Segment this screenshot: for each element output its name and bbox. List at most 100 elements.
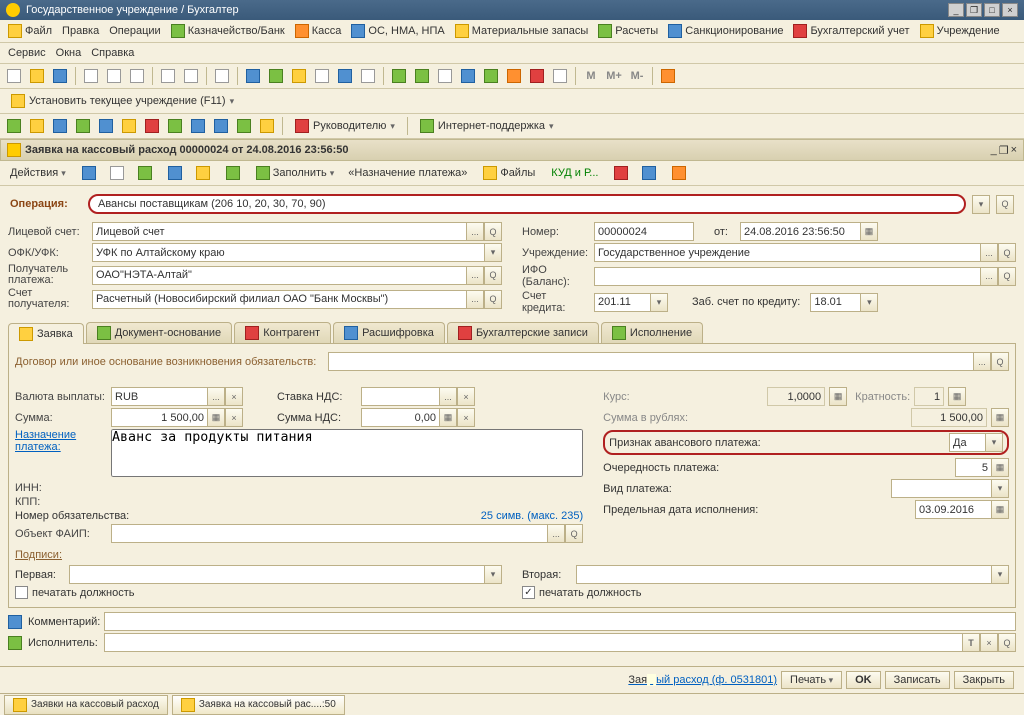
sum-field[interactable] [111, 408, 207, 427]
menu-calc[interactable]: Расчеты [594, 22, 662, 40]
tb-m-minus[interactable]: M- [627, 66, 647, 86]
menu-assets[interactable]: ОС, НМА, НПА [347, 22, 448, 40]
tb-i9[interactable] [435, 66, 455, 86]
te1[interactable] [4, 116, 24, 136]
te3[interactable] [50, 116, 70, 136]
contract-field[interactable] [328, 352, 973, 371]
doc-b2[interactable] [104, 163, 130, 183]
tb-find[interactable] [212, 66, 232, 86]
minimize-button[interactable]: _ [948, 3, 964, 17]
institution-search-button[interactable]: Q [998, 243, 1016, 262]
tb-new[interactable] [4, 66, 24, 86]
te12[interactable] [257, 116, 277, 136]
doc-close-button[interactable]: × [1011, 144, 1017, 157]
first-sig-field[interactable] [69, 565, 484, 584]
ok-button[interactable]: OK [846, 671, 881, 689]
restore-button[interactable]: ❐ [966, 3, 982, 17]
tab-accounting[interactable]: Бухгалтерские записи [447, 322, 599, 343]
te8[interactable] [165, 116, 185, 136]
faip-select-button[interactable]: ... [547, 524, 565, 543]
tb-undo[interactable] [158, 66, 178, 86]
currency-field[interactable] [111, 387, 207, 406]
maximize-button[interactable]: □ [984, 3, 1000, 17]
institution-field[interactable] [594, 243, 980, 262]
te2[interactable] [27, 116, 47, 136]
tab-execution[interactable]: Исполнение [601, 322, 703, 343]
executor-clear-button[interactable]: × [980, 633, 998, 652]
tb-i14[interactable] [550, 66, 570, 86]
sum-clear-button[interactable]: × [225, 408, 243, 427]
tb-i11[interactable] [481, 66, 501, 86]
tb-help[interactable] [658, 66, 678, 86]
contract-search-button[interactable]: Q [991, 352, 1009, 371]
te6[interactable] [119, 116, 139, 136]
menu-file[interactable]: Файл [4, 22, 56, 40]
recipient-field[interactable] [92, 266, 466, 285]
account-search-button[interactable]: Q [484, 222, 502, 241]
ifo-select-button[interactable]: ... [980, 267, 998, 286]
offbalance-dropdown-button[interactable]: ▾ [860, 293, 878, 312]
vat-rate-select-button[interactable]: ... [439, 387, 457, 406]
operation-search-button[interactable]: Q [996, 195, 1014, 214]
menu-materials[interactable]: Материальные запасы [451, 22, 593, 40]
ofk-dropdown-button[interactable]: ▾ [484, 243, 502, 262]
doc-actions-dropdown[interactable]: Действия [4, 164, 72, 182]
vat-sum-field[interactable] [361, 408, 439, 427]
doc-help-button[interactable] [666, 163, 692, 183]
menu-cash[interactable]: Касса [291, 22, 346, 40]
institution-select-button[interactable]: ... [980, 243, 998, 262]
tab-request[interactable]: Заявка [8, 323, 84, 344]
sum-rub-calc-button[interactable]: ▦ [991, 408, 1009, 427]
executor-t-button[interactable]: T [962, 633, 980, 652]
tb-i10[interactable] [458, 66, 478, 86]
rate-calc-button[interactable]: ▦ [829, 387, 847, 406]
tb-i13[interactable] [527, 66, 547, 86]
purpose-label-link[interactable]: Назначение платежа: [15, 429, 107, 453]
vat-sum-clear-button[interactable]: × [457, 408, 475, 427]
account-select-button[interactable]: ... [466, 222, 484, 241]
tb-i8[interactable] [412, 66, 432, 86]
account-field[interactable] [92, 222, 466, 241]
recipient-search-button[interactable]: Q [484, 266, 502, 285]
footer-form-link[interactable]: Зая ый расход (ф. 0531801) [628, 674, 777, 686]
te11[interactable] [234, 116, 254, 136]
tb-i7[interactable] [389, 66, 409, 86]
doc-b3[interactable] [132, 163, 158, 183]
recipient-acc-search-button[interactable]: Q [484, 290, 502, 309]
tb-copy[interactable] [104, 66, 124, 86]
contract-select-button[interactable]: ... [973, 352, 991, 371]
te10[interactable] [211, 116, 231, 136]
faip-field[interactable] [111, 524, 547, 543]
number-field[interactable] [594, 222, 694, 241]
internet-support-dropdown[interactable]: Интернет-поддержка [413, 116, 561, 136]
first-sig-dropdown-button[interactable]: ▾ [484, 565, 502, 584]
te9[interactable] [188, 116, 208, 136]
menu-operations[interactable]: Операции [105, 22, 164, 40]
menu-accounting[interactable]: Бухгалтерский учет [789, 22, 913, 40]
doc-b7[interactable] [608, 163, 634, 183]
tb-save[interactable] [50, 66, 70, 86]
executor-search-button[interactable]: Q [998, 633, 1016, 652]
second-print-checkbox[interactable] [522, 586, 535, 599]
doc-b5[interactable] [190, 163, 216, 183]
te7[interactable] [142, 116, 162, 136]
offbalance-field[interactable] [810, 293, 860, 312]
doc-files-button[interactable]: Файлы [477, 163, 541, 183]
operation-field[interactable]: Авансы поставщикам (206 10, 20, 30, 70, … [88, 194, 966, 214]
purpose-textarea[interactable] [111, 429, 583, 477]
date-field[interactable] [740, 222, 860, 241]
tb-m[interactable]: M [581, 66, 601, 86]
recipient-select-button[interactable]: ... [466, 266, 484, 285]
credit-dropdown-button[interactable]: ▾ [650, 293, 668, 312]
menu-help[interactable]: Справка [87, 45, 138, 61]
deadline-field[interactable] [915, 500, 991, 519]
doc-b4[interactable] [162, 163, 188, 183]
te5[interactable] [96, 116, 116, 136]
tb-m-plus[interactable]: M+ [604, 66, 624, 86]
tb-i5[interactable] [335, 66, 355, 86]
currency-select-button[interactable]: ... [207, 387, 225, 406]
executor-field[interactable] [104, 633, 962, 652]
close-button[interactable]: × [1002, 3, 1018, 17]
doc-b1[interactable] [76, 163, 102, 183]
tb-open[interactable] [27, 66, 47, 86]
